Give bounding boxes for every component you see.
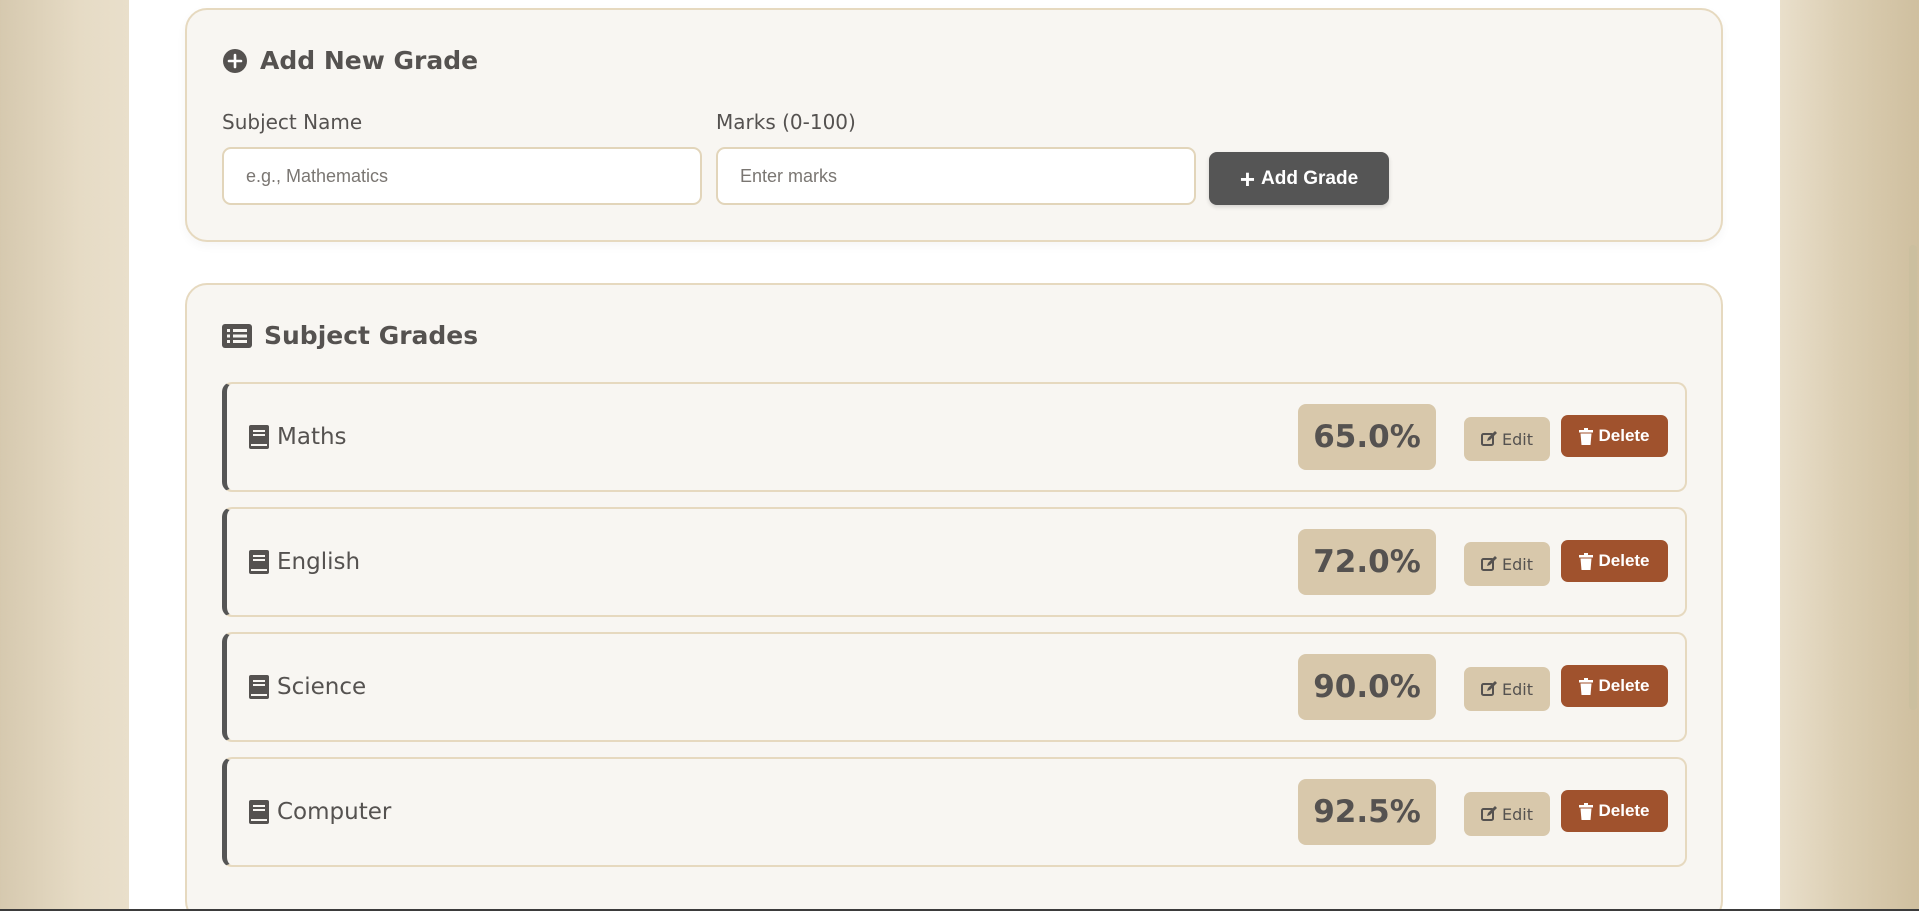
delete-button-label: Delete (1598, 426, 1650, 445)
subject-name: Computer (249, 759, 391, 865)
book-icon (249, 800, 269, 824)
scrollbar[interactable] (1905, 0, 1919, 911)
delete-button[interactable]: Delete (1561, 790, 1668, 832)
subject-name: Maths (249, 384, 347, 490)
add-grade-button-label: Add Grade (1261, 167, 1359, 189)
marks-input[interactable] (716, 147, 1196, 205)
subject-grades-title: Subject Grades (222, 321, 478, 350)
add-grade-title: Add New Grade (222, 46, 478, 75)
grade-percent-badge: 72.0% (1298, 529, 1436, 595)
edit-icon (1481, 556, 1497, 572)
delete-button[interactable]: Delete (1561, 665, 1668, 707)
subject-grades-title-text: Subject Grades (264, 321, 479, 350)
delete-button-label: Delete (1598, 551, 1650, 570)
grade-row: Maths 65.0% Edit Delete (222, 382, 1687, 492)
grade-percent-badge: 65.0% (1298, 404, 1436, 470)
plus-icon: + (1239, 163, 1256, 194)
delete-button-label: Delete (1598, 801, 1650, 820)
subject-name-text: Science (277, 674, 367, 700)
add-grade-button[interactable]: + Add Grade (1209, 152, 1389, 205)
page-container: Add New Grade Subject Name Marks (0-100)… (129, 0, 1780, 911)
subject-name: English (249, 509, 360, 615)
subject-name-text: English (277, 549, 361, 575)
delete-button-label: Delete (1598, 676, 1650, 695)
grade-row: Computer 92.5% Edit Delete (222, 757, 1687, 867)
edit-button[interactable]: Edit (1464, 667, 1550, 711)
add-grade-card: Add New Grade Subject Name Marks (0-100)… (185, 8, 1723, 242)
edit-button[interactable]: Edit (1464, 417, 1550, 461)
book-icon (249, 425, 269, 449)
edit-icon (1481, 806, 1497, 822)
subject-name-label: Subject Name (222, 110, 363, 134)
trash-icon (1579, 802, 1594, 820)
scrollbar-thumb[interactable] (1909, 245, 1917, 710)
list-icon (222, 323, 252, 348)
edit-button-label: Edit (1502, 554, 1533, 574)
edit-button-label: Edit (1502, 804, 1533, 824)
delete-button[interactable]: Delete (1561, 415, 1668, 457)
edit-button[interactable]: Edit (1464, 542, 1550, 586)
trash-icon (1579, 427, 1594, 445)
edit-icon (1481, 431, 1497, 447)
edit-button-label: Edit (1502, 429, 1533, 449)
marks-label: Marks (0-100) (716, 110, 856, 134)
subject-name: Science (249, 634, 366, 740)
grade-row: Science 90.0% Edit Delete (222, 632, 1687, 742)
grade-row: English 72.0% Edit Delete (222, 507, 1687, 617)
subject-name-text: Computer (277, 799, 392, 825)
subject-name-text: Maths (277, 424, 347, 450)
delete-button[interactable]: Delete (1561, 540, 1668, 582)
plus-circle-icon (222, 48, 248, 74)
grade-percent-badge: 92.5% (1298, 779, 1436, 845)
book-icon (249, 550, 269, 574)
grade-percent-badge: 90.0% (1298, 654, 1436, 720)
trash-icon (1579, 552, 1594, 570)
edit-button-label: Edit (1502, 679, 1533, 699)
edit-icon (1481, 681, 1497, 697)
book-icon (249, 675, 269, 699)
edit-button[interactable]: Edit (1464, 792, 1550, 836)
add-grade-title-text: Add New Grade (260, 46, 479, 75)
trash-icon (1579, 677, 1594, 695)
subject-grades-card: Subject Grades Maths 65.0% Edit Delete E… (185, 283, 1723, 911)
subject-name-input[interactable] (222, 147, 702, 205)
